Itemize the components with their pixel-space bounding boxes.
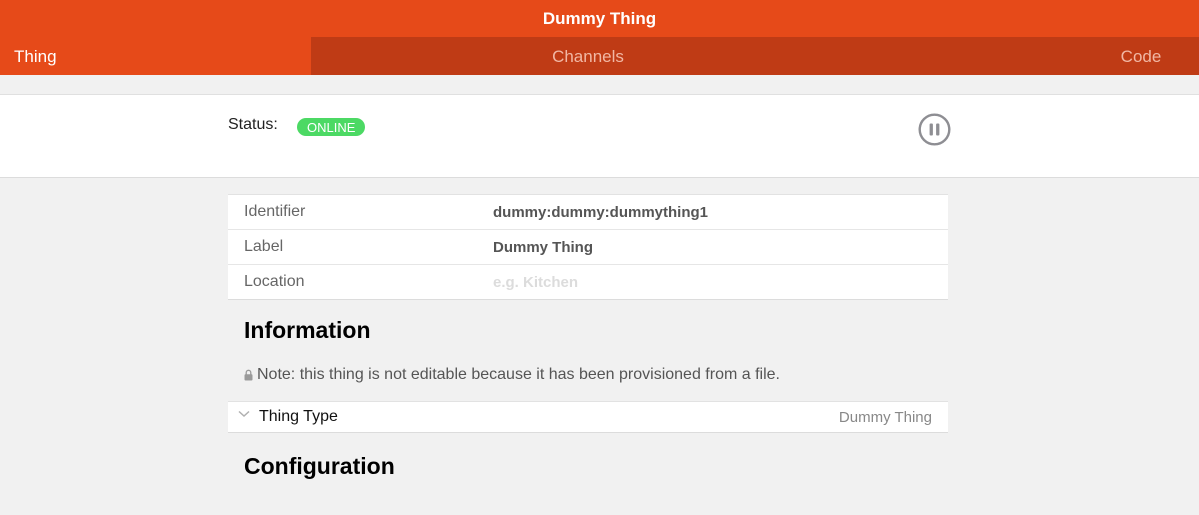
label-value: Dummy Thing: [493, 239, 593, 256]
readonly-note-text: Note: this thing is not editable because…: [257, 366, 780, 383]
pause-icon: [918, 113, 951, 146]
status-badge: ONLINE: [297, 118, 366, 136]
label-row: Label Dummy Thing: [228, 229, 948, 264]
thing-properties: Identifier dummy:dummy:dummything1 Label…: [228, 194, 948, 300]
location-label: Location: [244, 273, 305, 290]
identifier-row: Identifier dummy:dummy:dummything1: [228, 195, 948, 229]
tab-channels[interactable]: Channels: [311, 37, 865, 75]
tab-thing[interactable]: Thing: [0, 37, 311, 75]
chevron-down-icon: [238, 410, 250, 418]
lock-icon: [244, 369, 253, 381]
configuration-heading: Configuration: [244, 453, 395, 479]
app-title: Dummy Thing: [0, 0, 1199, 37]
pause-button[interactable]: [918, 113, 951, 146]
location-row: Location e.g. Kitchen: [228, 264, 948, 299]
information-heading: Information: [244, 317, 371, 343]
status-label: Status:: [228, 116, 278, 133]
status-panel: Status: ONLINE: [0, 94, 1199, 178]
label-label: Label: [244, 238, 284, 255]
tab-bar: Thing Channels Code: [0, 37, 1199, 75]
identifier-value: dummy:dummy:dummything1: [493, 204, 709, 221]
thing-type-row[interactable]: Thing Type Dummy Thing: [228, 401, 948, 433]
identifier-label: Identifier: [244, 203, 306, 220]
thing-type-label: Thing Type: [259, 408, 338, 425]
tab-code[interactable]: Code: [1100, 37, 1182, 75]
readonly-note: Note: this thing is not editable because…: [244, 366, 780, 384]
thing-type-value: Dummy Thing: [838, 409, 932, 426]
location-field: e.g. Kitchen: [493, 274, 579, 291]
